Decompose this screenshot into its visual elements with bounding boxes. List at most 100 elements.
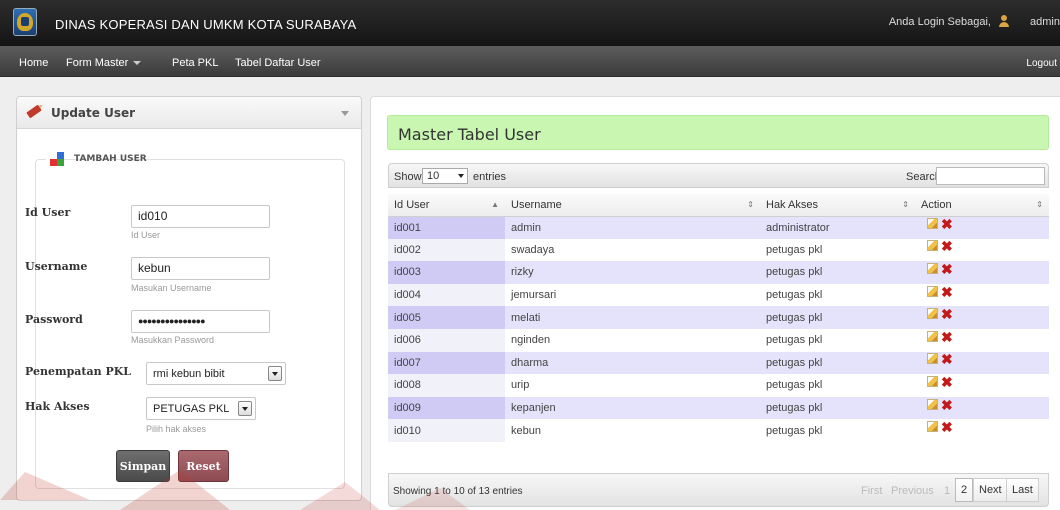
sort-asc-icon: ▲ — [491, 200, 499, 209]
col-hak-akses[interactable]: Hak Akses ⇕ — [760, 194, 915, 217]
delete-icon[interactable]: ✖ — [941, 307, 953, 321]
delete-icon[interactable]: ✖ — [941, 420, 953, 434]
cell-id-user: id002 — [388, 238, 505, 262]
nav-form-master-label: Form Master — [66, 57, 129, 69]
cell-hak-akses: petugas pkl — [760, 261, 915, 284]
cell-action: ✖ — [915, 216, 1049, 239]
password-label: Password — [25, 313, 83, 326]
col-hak-akses-label: Hak Akses — [766, 198, 818, 211]
edit-icon[interactable] — [927, 240, 938, 252]
edit-icon[interactable] — [927, 398, 938, 410]
edit-icon[interactable] — [927, 421, 938, 433]
cell-id-user: id003 — [388, 261, 505, 284]
pagination-previous[interactable]: Previous — [891, 485, 934, 497]
col-id-user[interactable]: Id User ▲ — [388, 194, 505, 217]
panel-header: Update User — [17, 97, 361, 129]
collapse-icon[interactable] — [341, 111, 349, 116]
cell-id-user: id005 — [388, 306, 505, 329]
panel-title: Update User — [51, 106, 136, 120]
pagination-first[interactable]: First — [861, 485, 882, 497]
reset-button[interactable]: Reset — [178, 450, 229, 482]
hak-akses-select[interactable]: PETUGAS PKL — [146, 397, 256, 420]
cell-action: ✖ — [915, 396, 1049, 420]
table-toolbar: Show 10 entries Search: — [388, 163, 1049, 188]
cell-action: ✖ — [915, 283, 1049, 307]
cell-id-user: id008 — [388, 374, 505, 397]
col-username-label: Username — [511, 198, 562, 211]
edit-icon[interactable] — [927, 218, 938, 230]
cell-action: ✖ — [915, 328, 1049, 352]
edit-icon[interactable] — [927, 375, 938, 387]
delete-icon[interactable]: ✖ — [941, 262, 953, 276]
login-user-link[interactable]: admin — [1030, 16, 1060, 28]
cell-username: nginden — [505, 328, 760, 352]
cell-hak-akses: petugas pkl — [760, 238, 915, 262]
pagination-next[interactable]: Next — [973, 478, 1008, 502]
table-header-row: Id User ▲ Username ⇕ Hak Akses ⇕ Action ⇕ — [388, 194, 1049, 217]
search-input[interactable] — [936, 167, 1045, 185]
edit-icon[interactable] — [927, 308, 938, 320]
delete-icon[interactable]: ✖ — [941, 285, 953, 299]
select-arrow-icon — [238, 401, 252, 416]
cell-hak-akses: petugas pkl — [760, 328, 915, 352]
col-id-user-label: Id User — [394, 198, 430, 211]
cell-hak-akses: petugas pkl — [760, 419, 915, 442]
col-username[interactable]: Username ⇕ — [505, 194, 760, 217]
page-title-box: Master Tabel User — [387, 115, 1049, 150]
edit-icon[interactable] — [927, 353, 938, 365]
save-button[interactable]: Simpan — [116, 450, 170, 482]
page-size-select[interactable]: 10 — [422, 168, 468, 184]
cell-action: ✖ — [915, 261, 1049, 284]
sort-icon: ⇕ — [1036, 200, 1043, 209]
app-title: DINAS KOPERASI DAN UMKM KOTA SURABAYA — [55, 17, 357, 32]
password-input[interactable]: ●●●●●●●●●●●●●●● — [131, 310, 270, 333]
user-table: Id User ▲ Username ⇕ Hak Akses ⇕ Action ⇕ id… — [388, 194, 1049, 442]
edit-icon[interactable] — [927, 262, 938, 274]
delete-icon[interactable]: ✖ — [941, 375, 953, 389]
cell-action: ✖ — [915, 238, 1049, 262]
nav-home[interactable]: Home — [19, 57, 48, 69]
cell-hak-akses: petugas pkl — [760, 396, 915, 420]
penempatan-label: Penempatan PKL — [25, 365, 132, 378]
penempatan-select[interactable]: rmi kebun bibit — [146, 362, 286, 385]
hak-akses-help: Pilih hak akses — [146, 424, 207, 434]
id-user-input[interactable]: id010 — [131, 205, 270, 228]
delete-icon[interactable]: ✖ — [941, 330, 953, 344]
delete-icon[interactable]: ✖ — [941, 217, 953, 231]
logout-link[interactable]: Logout — [1026, 58, 1057, 69]
pagination-page-1[interactable]: 1 — [944, 485, 950, 497]
table-row: id009 kepanjen petugas pkl ✖ — [388, 396, 1049, 420]
id-user-label: Id User — [25, 206, 71, 219]
pagination-page-2[interactable]: 2 — [955, 478, 974, 502]
username-input[interactable]: kebun — [131, 257, 270, 280]
page-size-value: 10 — [427, 170, 440, 182]
edit-icon[interactable] — [927, 330, 938, 342]
delete-icon[interactable]: ✖ — [941, 352, 953, 366]
col-action[interactable]: Action ⇕ — [915, 194, 1049, 217]
hak-akses-label: Hak Akses — [25, 400, 90, 413]
cell-username: melati — [505, 306, 760, 329]
cell-username: rizky — [505, 261, 760, 284]
cell-username: swadaya — [505, 238, 760, 262]
cell-hak-akses: petugas pkl — [760, 283, 915, 307]
nav-peta-pkl[interactable]: Peta PKL — [172, 57, 218, 69]
delete-icon[interactable]: ✖ — [941, 239, 953, 253]
login-text: Anda Login Sebagai, — [888, 16, 991, 28]
nav-form-master[interactable]: Form Master — [66, 57, 142, 69]
entries-label: entries — [473, 171, 507, 183]
cell-id-user: id009 — [388, 396, 505, 420]
edit-icon[interactable] — [927, 285, 938, 297]
pagination-last[interactable]: Last — [1006, 478, 1039, 502]
delete-icon[interactable]: ✖ — [941, 398, 953, 412]
nav-tabel-daftar-user[interactable]: Tabel Daftar User — [235, 57, 321, 69]
table-footer: Showing 1 to 10 of 13 entries First Prev… — [388, 473, 1049, 507]
username-help: Masukan Username — [131, 283, 212, 293]
table-row: id001 admin administrator ✖ — [388, 216, 1049, 239]
select-arrow-icon — [268, 366, 282, 381]
cell-action: ✖ — [915, 306, 1049, 329]
user-icon — [998, 15, 1010, 27]
cell-username: urip — [505, 374, 760, 397]
penempatan-value: rmi kebun bibit — [153, 368, 225, 380]
cell-hak-akses: administrator — [760, 216, 915, 239]
cell-hak-akses: petugas pkl — [760, 374, 915, 397]
